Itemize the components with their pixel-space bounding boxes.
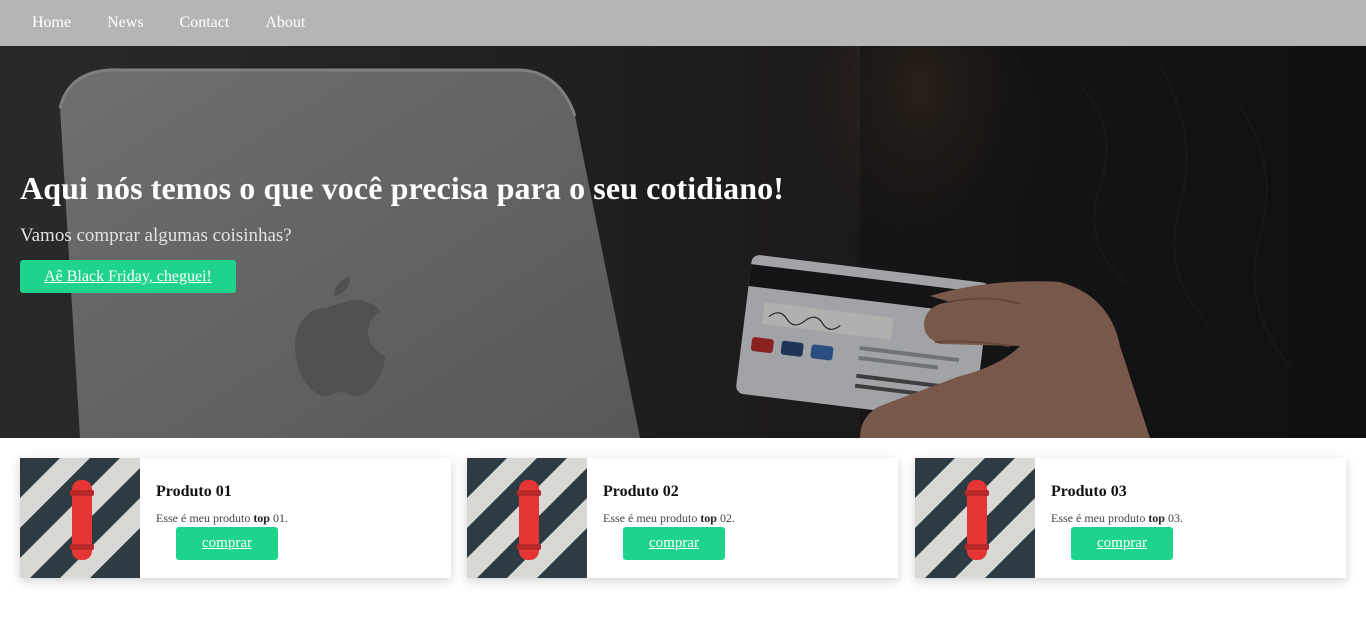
description-number: 02. [716, 511, 735, 525]
hero-subtitle: Vamos comprar algumas coisinhas? [20, 225, 292, 246]
buy-button[interactable]: comprar [176, 527, 278, 560]
product-image [467, 458, 587, 578]
product-name: Produto 02 [603, 483, 679, 500]
description-number: 03. [1164, 511, 1183, 525]
product-description: Esse é meu produto top 02. [603, 511, 735, 526]
description-bold: top [253, 511, 270, 525]
description-number: 01. [269, 511, 288, 525]
buy-button[interactable]: comprar [623, 527, 725, 560]
product-image [20, 458, 140, 578]
description-bold: top [700, 511, 717, 525]
nav-news[interactable]: News [89, 0, 161, 46]
top-nav: Home News Contact About [0, 0, 1366, 46]
nav-home[interactable]: Home [14, 0, 89, 46]
product-name: Produto 03 [1051, 483, 1127, 500]
product-image [915, 458, 1035, 578]
buy-button[interactable]: comprar [1071, 527, 1173, 560]
product-description: Esse é meu produto top 01. [156, 511, 288, 526]
hero-banner: Aqui nós temos o que você precisa para o… [0, 46, 1366, 438]
product-info: Produto 01 Esse é meu produto top 01. [156, 483, 288, 526]
nav-contact[interactable]: Contact [162, 0, 248, 46]
product-info: Produto 03 Esse é meu produto top 03. [1051, 483, 1183, 526]
description-bold: top [1148, 511, 1165, 525]
product-info: Produto 02 Esse é meu produto top 02. [603, 483, 735, 526]
description-text: Esse é meu produto [156, 511, 254, 525]
hero-title: Aqui nós temos o que você precisa para o… [20, 170, 785, 206]
product-card-2: Produto 02 Esse é meu produto top 02. co… [467, 458, 898, 578]
product-description: Esse é meu produto top 03. [1051, 511, 1183, 526]
product-card-3: Produto 03 Esse é meu produto top 03. co… [915, 458, 1346, 578]
description-text: Esse é meu produto [1051, 511, 1149, 525]
nav-about[interactable]: About [247, 0, 323, 46]
black-friday-button[interactable]: Aê Black Friday, cheguei! [20, 260, 236, 293]
hero-content: Aqui nós temos o que você precisa para o… [20, 170, 784, 293]
product-name: Produto 01 [156, 483, 232, 500]
product-card-1: Produto 01 Esse é meu produto top 01. co… [20, 458, 451, 578]
description-text: Esse é meu produto [603, 511, 701, 525]
